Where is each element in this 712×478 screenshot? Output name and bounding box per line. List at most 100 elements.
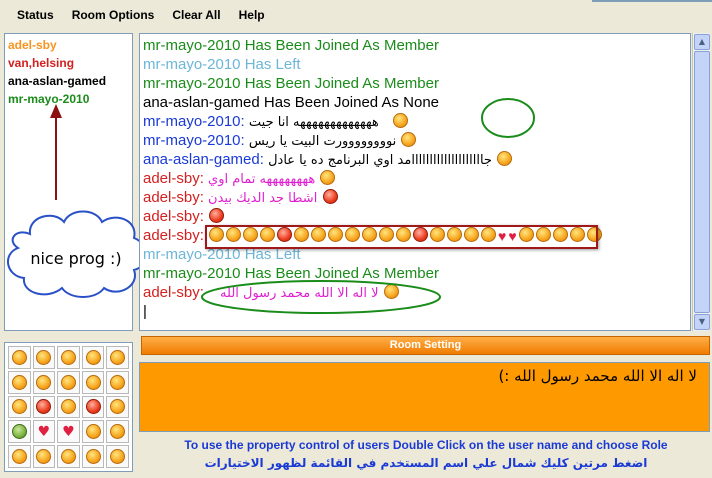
smiley-face-icon — [60, 449, 76, 465]
emoticon-cell[interactable] — [106, 445, 129, 468]
chat-line: mr-mayo-2010 Has Been Joined As Member — [143, 75, 439, 92]
smiley-face-icon — [11, 449, 27, 465]
menu-clear-all[interactable]: Clear All — [163, 8, 229, 22]
emoticon-cell[interactable] — [8, 420, 31, 444]
help-text-arabic: اضغط مرتين كليك شمال علي اسم المستخدم في… — [204, 456, 648, 470]
annotation-arrow — [50, 104, 62, 200]
emoticon-cell[interactable] — [8, 445, 31, 468]
chat-scrollbar[interactable]: ▲ ▼ — [692, 33, 710, 331]
smiley-face-icon — [60, 349, 76, 365]
emoticon-cell[interactable] — [8, 395, 31, 419]
window-edge — [592, 0, 712, 2]
emoticon-cell[interactable] — [81, 346, 105, 369]
scroll-thumb[interactable] — [694, 51, 710, 313]
emoticon-cell[interactable] — [8, 370, 31, 394]
user-item-adel-sby[interactable]: adel-sby — [8, 36, 129, 54]
smiley-face-icon — [60, 399, 76, 415]
chat-message: ههههههههه تمام اوي — [208, 172, 316, 187]
emoticon-picker: ♥ ♥ — [4, 342, 133, 472]
emoticon-cell[interactable]: ♥ — [32, 420, 56, 444]
chat-line: adel-sby: ههههههههه تمام اوي — [143, 169, 687, 188]
user-item-mr-mayo-2010[interactable]: mr-mayo-2010 — [8, 90, 129, 108]
chat-line: mr-mayo-2010: هههههههههههههه انا جيت — [143, 112, 687, 131]
chat-message: جاااااااااااااااااااامد اوي البرنامج ده … — [268, 153, 492, 168]
smiley-face-icon — [36, 374, 52, 390]
emoticon-cell[interactable] — [106, 370, 129, 394]
chat-message: هههههههههههههه انا جيت — [248, 115, 379, 130]
smiley-face-icon — [110, 349, 126, 365]
chat-message: نوووووووورت البيت يا ريس — [248, 134, 397, 149]
smiley-face-icon — [320, 170, 336, 185]
annotation-cloud-text: nice prog :) — [30, 249, 122, 268]
message-input[interactable]: لا اله الا الله محمد رسول الله :) — [139, 362, 710, 432]
smiley-face-icon — [401, 132, 417, 147]
chat-username: mr-mayo-2010: — [143, 132, 245, 149]
scroll-down-button[interactable]: ▼ — [694, 314, 710, 330]
user-item-van-helsing[interactable]: van,helsing — [8, 54, 129, 72]
smiley-face-icon — [392, 113, 408, 128]
emoticon-cell[interactable] — [106, 395, 129, 419]
emoticon-cell[interactable] — [57, 346, 80, 369]
smiley-face-icon — [110, 374, 126, 390]
smiley-face-icon — [36, 449, 52, 465]
chat-line: mr-mayo-2010 Has Been Joined As Member — [143, 37, 439, 54]
smiley-face-icon — [85, 374, 101, 390]
emoticon-cell[interactable] — [8, 346, 31, 369]
chat-message: اشطا جد الديك بيدن — [208, 191, 318, 206]
emoticon-cell[interactable] — [81, 445, 105, 468]
emoticon-cell[interactable] — [81, 370, 105, 394]
heart-icon: ♥ — [37, 423, 51, 440]
smiley-face-icon — [209, 208, 225, 223]
emoticon-cell[interactable] — [32, 445, 56, 468]
menu-room-options[interactable]: Room Options — [63, 8, 164, 22]
chat-username: adel-sby: — [143, 189, 204, 206]
emoticon-cell[interactable] — [57, 395, 80, 419]
emoticon-cell[interactable] — [81, 420, 105, 444]
smiley-face-icon — [85, 449, 101, 465]
smiley-face-icon — [36, 349, 52, 365]
chat-username: adel-sby: — [143, 284, 204, 301]
smiley-face-icon — [36, 399, 52, 415]
menu-help[interactable]: Help — [230, 8, 274, 22]
chat-line: mr-mayo-2010: نوووووووورت البيت يا ريس — [143, 131, 687, 150]
chat-line: ana-aslan-gamed Has Been Joined As None — [143, 94, 440, 111]
emoticon-cell[interactable] — [32, 370, 56, 394]
smiley-face-icon — [85, 424, 101, 440]
emoticon-cell[interactable] — [81, 395, 105, 419]
smiley-face-icon — [11, 349, 27, 365]
chat-username: ana-aslan-gamed: — [143, 151, 264, 168]
help-text-english: To use the property control of users Dou… — [184, 438, 668, 452]
annotation-ellipse — [201, 280, 441, 314]
smiley-face-icon — [110, 449, 126, 465]
smiley-face-icon — [497, 151, 513, 166]
smiley-face-icon — [110, 424, 126, 440]
chat-line: ana-aslan-gamed: جاااااااااااااااااااامد… — [143, 150, 687, 169]
smiley-face-icon — [60, 374, 76, 390]
smiley-face-icon — [322, 189, 338, 204]
emoticon-cell[interactable]: ♥ — [57, 420, 80, 444]
smiley-face-icon — [85, 349, 101, 365]
emoticon-cell[interactable] — [106, 346, 129, 369]
chat-line: adel-sby: — [143, 207, 687, 226]
emoticon-cell[interactable] — [106, 420, 129, 444]
scroll-up-button[interactable]: ▲ — [694, 34, 710, 50]
annotation-ellipse — [481, 98, 535, 138]
heart-icon: ♥ — [62, 423, 75, 440]
emoticon-cell[interactable] — [32, 346, 56, 369]
chat-username: adel-sby: — [143, 170, 204, 187]
chat-window: Status Room Options Clear All Help adel-… — [0, 0, 712, 478]
room-setting-button[interactable]: Room Setting — [141, 336, 710, 355]
user-item-ana-aslan-gamed[interactable]: ana-aslan-gamed — [8, 72, 129, 90]
smiley-face-icon — [11, 374, 27, 390]
emoticon-cell[interactable] — [32, 395, 56, 419]
chat-line: adel-sby: اشطا جد الديك بيدن — [143, 188, 687, 207]
menu-status[interactable]: Status — [8, 8, 63, 22]
emoticon-cell[interactable] — [57, 370, 80, 394]
smiley-face-icon — [11, 424, 27, 440]
smiley-face-icon — [11, 399, 27, 415]
smiley-face-icon — [110, 399, 126, 415]
chat-username: adel-sby: — [143, 227, 204, 244]
menu-bar: Status Room Options Clear All Help — [0, 0, 712, 30]
chat-line: mr-mayo-2010 Has Left — [143, 56, 301, 73]
emoticon-cell[interactable] — [57, 445, 80, 468]
